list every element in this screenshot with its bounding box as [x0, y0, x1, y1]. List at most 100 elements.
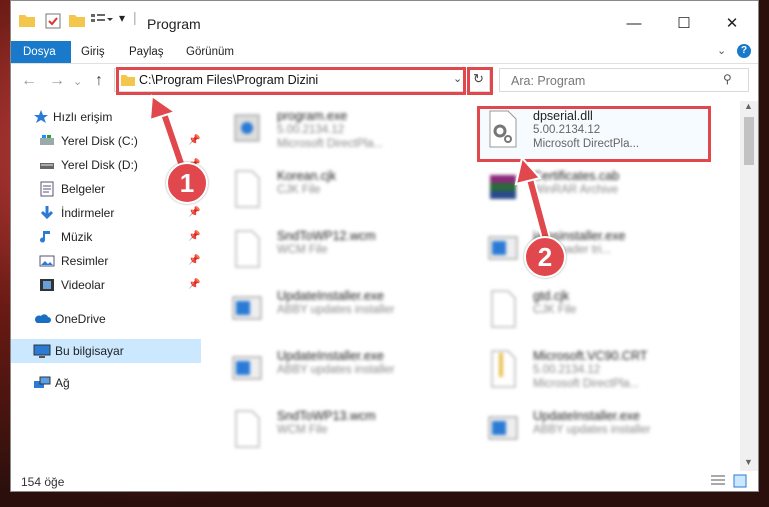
pin-icon[interactable]: 📌 [188, 225, 200, 249]
file-description: Microsoft DirectPla... [533, 138, 640, 150]
title-separator: | [133, 9, 137, 25]
file-name: program.exe [277, 109, 348, 123]
drive-icon [39, 157, 55, 173]
generic-file-icon [231, 169, 263, 209]
refresh-highlight-box [467, 67, 493, 95]
expand-ribbon-icon[interactable]: ⌄ [717, 44, 726, 57]
sidebar-item-downloads[interactable]: İndirmeler 📌 [11, 201, 201, 225]
sidebar-item-label: OneDrive [55, 312, 106, 326]
archive-icon [487, 169, 519, 209]
file-item[interactable]: jamsinstaller.exe Finereader tri... [487, 223, 707, 273]
tab-view[interactable]: Görünüm [186, 41, 234, 63]
recent-locations-chevron-icon[interactable]: ⌄ [73, 75, 82, 88]
file-item[interactable]: Korean.cjk CJK File [231, 163, 451, 213]
sidebar-item-this-pc[interactable]: Bu bilgisayar [11, 339, 201, 363]
file-item[interactable]: Microsoft.VC90.CRT 5.00.2134.12 Microsof… [487, 343, 707, 393]
customize-toolbar-chevron-icon[interactable]: ▾ [119, 11, 125, 25]
file-item[interactable]: UpdateInstaller.exe ABBY updates install… [231, 283, 451, 333]
large-icons-view-icon[interactable] [733, 474, 747, 491]
file-name: SndToWP13.wcm [277, 409, 376, 423]
pin-icon[interactable]: 📌 [188, 249, 200, 273]
file-name: dpserial.dll [533, 109, 593, 123]
details-view-icon[interactable] [711, 475, 725, 490]
sidebar-item-label: İndirmeler [61, 206, 115, 220]
generic-file-icon [487, 289, 519, 329]
maximize-button[interactable]: ☐ [661, 9, 707, 39]
vertical-scrollbar[interactable]: ▲ ▼ [740, 101, 758, 471]
drive-icon [39, 133, 55, 149]
scroll-down-icon[interactable]: ▼ [744, 457, 753, 467]
pictures-icon [39, 253, 55, 269]
file-type: WCM File [277, 424, 328, 436]
pin-icon[interactable]: 📌 [188, 273, 200, 297]
file-item[interactable]: gtd.cjk CJK File [487, 283, 707, 333]
explorer-window: ▾ | Program — ☐ ✕ Dosya Giriş Paylaş Gör… [10, 0, 759, 492]
file-name: UpdateInstaller.exe [277, 289, 385, 303]
address-highlight-box [116, 67, 466, 95]
sidebar-item-pictures[interactable]: Resimler 📌 [11, 249, 201, 273]
search-icon[interactable]: ⚲ [723, 72, 732, 86]
installer-icon [231, 289, 263, 329]
sidebar-item-label: Belgeler [61, 182, 106, 196]
download-icon [39, 205, 55, 221]
sidebar-item-label: Hızlı erişim [53, 110, 113, 124]
sidebar-item-onedrive[interactable]: OneDrive [11, 307, 201, 331]
tab-home[interactable]: Giriş [81, 41, 105, 63]
file-name: UpdateInstaller.exe [533, 409, 641, 423]
file-description: ABBY updates installer [277, 364, 395, 376]
scroll-up-icon[interactable]: ▲ [744, 101, 753, 111]
file-description: Microsoft DirectPla... [533, 378, 640, 390]
installer-icon [231, 349, 263, 389]
navigation-pane: Hızlı erişim Yerel Disk (C:) 📌 Yerel Dis… [11, 105, 201, 455]
sidebar-item-disk-c[interactable]: Yerel Disk (C:) 📌 [11, 129, 201, 153]
file-type: CJK File [277, 184, 321, 196]
new-folder-icon[interactable] [69, 13, 85, 30]
sidebar-item-quick-access[interactable]: Hızlı erişim [11, 105, 201, 129]
file-item[interactable]: UpdateInstaller.exe ABBY updates install… [231, 343, 451, 393]
title-bar: ▾ | Program — ☐ ✕ [11, 1, 758, 41]
file-type: WCM File [277, 244, 328, 256]
file-version: 5.00.2134.12 [533, 364, 601, 376]
pin-icon[interactable]: 📌 [188, 201, 200, 225]
close-button[interactable]: ✕ [709, 9, 755, 39]
file-item[interactable]: SndToWP12.wcm WCM File [231, 223, 451, 273]
file-item-dpserial[interactable]: dpserial.dll 5.00.2134.12 Microsoft Dire… [487, 103, 707, 153]
computer-icon [33, 343, 51, 359]
file-item[interactable]: SndToWP13.wcm WCM File [231, 403, 451, 453]
sidebar-item-label: Videolar [61, 278, 105, 292]
window-title: Program [147, 16, 201, 32]
file-name: SndToWP12.wcm [277, 229, 376, 243]
scrollbar-thumb[interactable] [744, 117, 754, 165]
file-type: CJK File [533, 304, 577, 316]
file-name: Microsoft.VC90.CRT [533, 349, 648, 363]
pin-icon[interactable]: 📌 [188, 129, 200, 153]
back-arrow-icon[interactable]: ← [21, 72, 37, 90]
step-badge-1: 1 [166, 162, 208, 204]
file-name: Korean.cjk [277, 169, 337, 183]
file-description: ABBY updates installer [277, 304, 395, 316]
tab-file[interactable]: Dosya [11, 41, 71, 63]
exe-icon [231, 109, 263, 149]
file-description: ABBY updates installer [533, 424, 651, 436]
zip-file-icon [487, 349, 519, 389]
file-name: gtd.cjk [533, 289, 570, 303]
file-item[interactable]: Certificates.cab WinRAR Archive [487, 163, 707, 213]
up-arrow-icon[interactable]: ↑ [95, 72, 103, 90]
minimize-button[interactable]: — [611, 9, 657, 39]
sidebar-item-music[interactable]: Müzik 📌 [11, 225, 201, 249]
sidebar-item-videos[interactable]: Videolar 📌 [11, 273, 201, 297]
folder-icon [19, 13, 35, 30]
properties-icon[interactable] [45, 13, 61, 32]
tab-share[interactable]: Paylaş [129, 41, 164, 63]
file-item[interactable]: UpdateInstaller.exe ABBY updates install… [487, 403, 707, 453]
sidebar-item-network[interactable]: Ağ [11, 371, 201, 395]
file-item[interactable]: program.exe 5.00.2134.12 Microsoft Direc… [231, 103, 451, 153]
search-input[interactable]: Ara: Program [511, 74, 585, 88]
network-icon [33, 375, 51, 391]
help-icon[interactable]: ? [737, 44, 751, 58]
forward-arrow-icon[interactable]: → [49, 72, 65, 90]
sidebar-item-label: Yerel Disk (C:) [61, 134, 138, 148]
sidebar-item-label: Müzik [61, 230, 93, 244]
view-icon[interactable] [91, 13, 113, 30]
file-version: 5.00.2134.12 [533, 124, 601, 136]
